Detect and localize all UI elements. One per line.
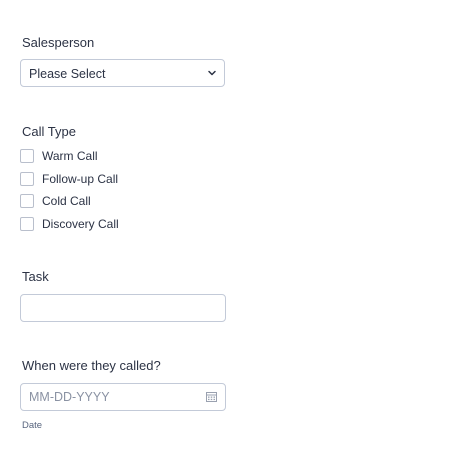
call-log-form: Salesperson Please Select Call Type Warm… <box>0 0 474 458</box>
checkbox-label[interactable]: Cold Call <box>42 194 91 209</box>
calendar-icon[interactable] <box>206 392 217 402</box>
salesperson-dropdown[interactable]: Please Select <box>20 59 225 87</box>
checkbox[interactable] <box>20 171 34 186</box>
checkbox-label[interactable]: Discovery Call <box>42 217 119 232</box>
chevron-down-icon <box>208 70 216 76</box>
checkbox-label[interactable]: Follow-up Call <box>42 172 118 187</box>
checkbox[interactable] <box>20 216 34 231</box>
call-type-label: Call Type <box>22 124 76 139</box>
checkbox[interactable] <box>20 194 34 208</box>
task-input[interactable] <box>20 294 226 322</box>
task-label: Task <box>22 269 49 284</box>
salesperson-selected-value: Please Select <box>29 67 106 81</box>
called-date-label: When were they called? <box>22 358 161 373</box>
date-field[interactable] <box>20 383 226 411</box>
checkbox[interactable] <box>20 149 34 163</box>
date-sublabel: Date <box>22 420 43 431</box>
salesperson-label: Salesperson <box>22 35 95 50</box>
checkbox-label[interactable]: Warm Call <box>42 149 98 164</box>
date-input[interactable] <box>21 384 217 410</box>
